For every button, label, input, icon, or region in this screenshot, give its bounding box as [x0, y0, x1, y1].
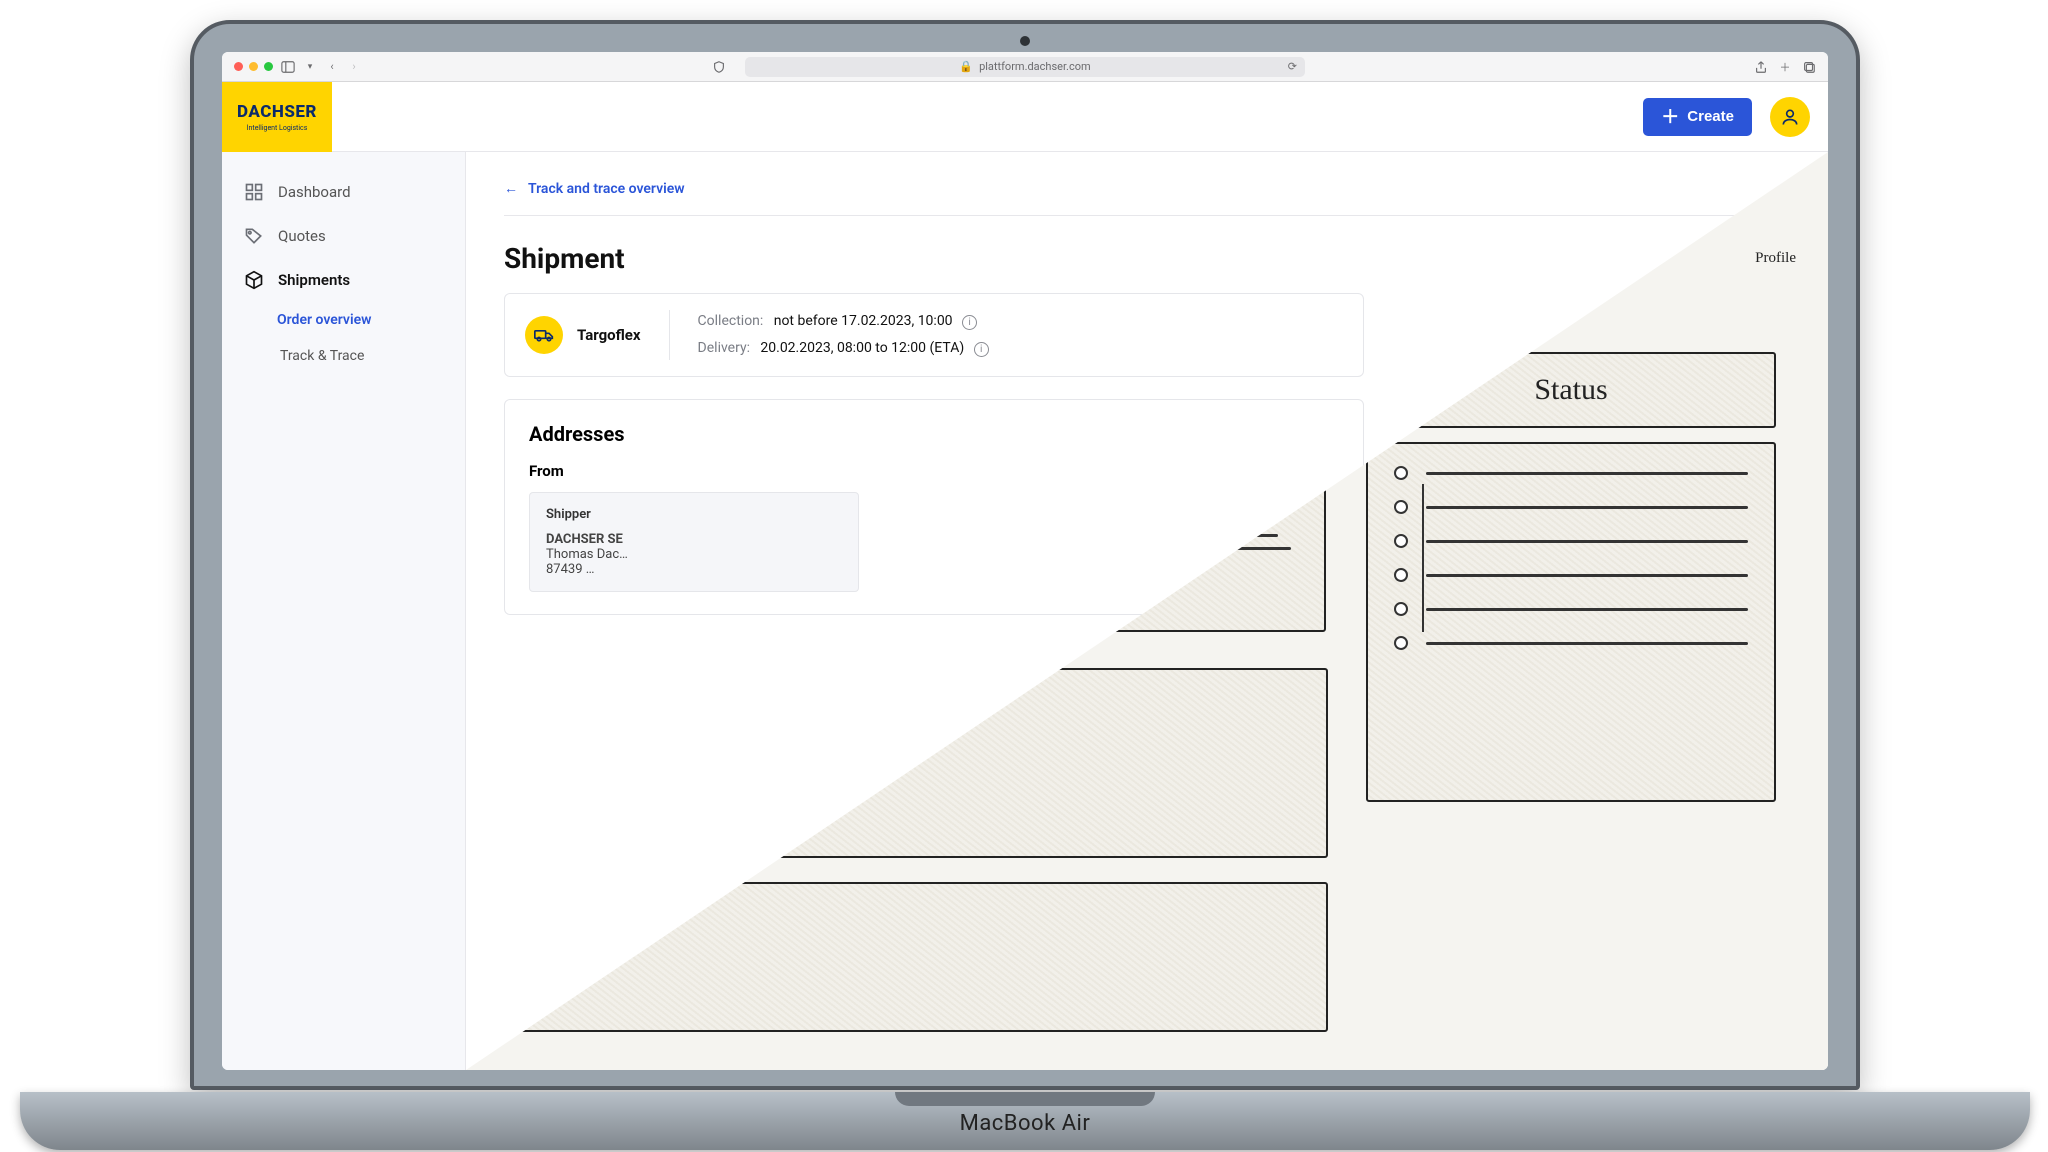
- chevron-down-icon[interactable]: ▾: [303, 60, 317, 74]
- page-title: Shipment: [504, 242, 1790, 275]
- shipper-box: Shipper DACHSER SE Thomas Dac… 87439 …: [529, 492, 859, 592]
- wireframe-freight-box: Freight: [466, 882, 1328, 1032]
- nav-forward-icon[interactable]: ›: [347, 60, 361, 74]
- window-controls: [234, 62, 273, 71]
- truck-icon: [534, 325, 554, 345]
- wireframe-services-box: Services Dangerous goods etc.: [466, 668, 1328, 858]
- address-bar[interactable]: 🔒 plattform.dachser.com ⟳: [745, 57, 1305, 77]
- info-icon[interactable]: i: [974, 342, 989, 357]
- sidebar-sub-track-trace[interactable]: Track & Trace: [222, 338, 465, 374]
- shipper-label: Shipper: [546, 507, 842, 522]
- tag-icon: [244, 226, 264, 246]
- sidebar: Dashboard Quotes Shipments Order overvie…: [222, 152, 466, 1070]
- arrow-left-icon: ←: [504, 180, 518, 197]
- delivery-value: 20.02.2023, 08:00 to 12:00 (ETA): [760, 340, 964, 356]
- addresses-from-label: From: [529, 462, 1339, 480]
- sidebar-item-label: Track & Trace: [280, 348, 364, 364]
- addresses-title: Addresses: [529, 422, 1339, 446]
- info-icon[interactable]: i: [962, 315, 977, 330]
- app-topbar: DACHSER Intelligent Logistics ＋ Create: [222, 82, 1828, 152]
- screen: ▾ ‹ › 🔒 plattform.dachser.com ⟳ ＋: [222, 52, 1828, 1070]
- divider: [504, 215, 1790, 216]
- vertical-divider: [669, 310, 670, 360]
- dashboard-icon: [244, 182, 264, 202]
- sidebar-item-label: Order overview: [277, 312, 371, 328]
- shipper-name: DACHSER SE: [546, 532, 842, 547]
- brand-logo[interactable]: DACHSER Intelligent Logistics: [222, 82, 332, 152]
- address-bar-text: plattform.dachser.com: [979, 60, 1091, 73]
- sidebar-sub-order-overview[interactable]: Order overview: [222, 302, 465, 338]
- shipper-line2: Thomas Dac…: [546, 547, 842, 562]
- wireframe-freight-title: Freight: [490, 900, 565, 929]
- shield-icon[interactable]: [712, 60, 726, 74]
- lock-icon: 🔒: [959, 60, 973, 73]
- brand-name: DACHSER: [237, 102, 317, 122]
- tabs-overview-icon[interactable]: [1802, 60, 1816, 74]
- addresses-card: Addresses From Shipper DACHSER SE Thomas…: [504, 399, 1364, 615]
- device-label: MacBook Air: [20, 1111, 2030, 1136]
- delivery-row: Delivery: 20.02.2023, 08:00 to 12:00 (ET…: [698, 340, 989, 357]
- sidebar-item-label: Dashboard: [278, 183, 351, 201]
- company-name: Targoflex: [577, 326, 641, 344]
- profile-avatar[interactable]: [1770, 97, 1810, 137]
- app-body: Dashboard Quotes Shipments Order overvie…: [222, 152, 1828, 1070]
- delivery-label: Delivery:: [698, 340, 750, 356]
- sidebar-item-dashboard[interactable]: Dashboard: [222, 170, 465, 214]
- laptop-frame: ▾ ‹ › 🔒 plattform.dachser.com ⟳ ＋: [190, 20, 1860, 1140]
- shipment-summary-card: Targoflex Collection: not before 17.02.2…: [504, 293, 1364, 377]
- sidebar-item-quotes[interactable]: Quotes: [222, 214, 465, 258]
- share-icon[interactable]: [1754, 60, 1768, 74]
- package-icon: [244, 270, 264, 290]
- user-icon: [1780, 107, 1800, 127]
- plus-icon: ＋: [1661, 108, 1679, 126]
- back-link-label: Track and trace overview: [528, 181, 685, 197]
- collection-value: not before 17.02.2023, 10:00: [774, 313, 953, 329]
- nav-back-icon[interactable]: ‹: [325, 60, 339, 74]
- close-window-icon[interactable]: [234, 62, 243, 71]
- screen-bezel: ▾ ‹ › 🔒 plattform.dachser.com ⟳ ＋: [190, 20, 1860, 1090]
- shipper-line3: 87439 …: [546, 562, 842, 577]
- maximize-window-icon[interactable]: [264, 62, 273, 71]
- safari-toolbar: ▾ ‹ › 🔒 plattform.dachser.com ⟳ ＋: [222, 52, 1828, 82]
- create-button-label: Create: [1687, 108, 1734, 125]
- sidebar-toggle-icon[interactable]: [281, 60, 295, 74]
- laptop-deck: MacBook Air: [20, 1092, 2030, 1150]
- sidebar-item-label: Shipments: [278, 271, 350, 289]
- create-button[interactable]: ＋ Create: [1643, 98, 1752, 136]
- minimize-window-icon[interactable]: [249, 62, 258, 71]
- brand-tagline: Intelligent Logistics: [247, 124, 308, 132]
- app-root: DACHSER Intelligent Logistics ＋ Create: [222, 82, 1828, 1070]
- sidebar-item-label: Quotes: [278, 227, 326, 245]
- new-tab-icon[interactable]: ＋: [1778, 60, 1792, 74]
- back-link[interactable]: ← Track and trace overview: [504, 180, 685, 197]
- webcam-dot: [1020, 36, 1030, 46]
- company-badge: [525, 316, 563, 354]
- laptop-notch: [895, 1092, 1155, 1106]
- main-content: ← Track and trace overview Shipment: [466, 152, 1828, 1070]
- wireframe-services-note: Dangerous goods etc.: [524, 730, 1304, 748]
- collection-label: Collection:: [698, 313, 764, 329]
- collection-row: Collection: not before 17.02.2023, 10:00…: [698, 313, 989, 330]
- wireframe-services-title: Services: [490, 686, 578, 715]
- reload-icon[interactable]: ⟳: [1288, 60, 1297, 73]
- sidebar-item-shipments[interactable]: Shipments: [222, 258, 465, 302]
